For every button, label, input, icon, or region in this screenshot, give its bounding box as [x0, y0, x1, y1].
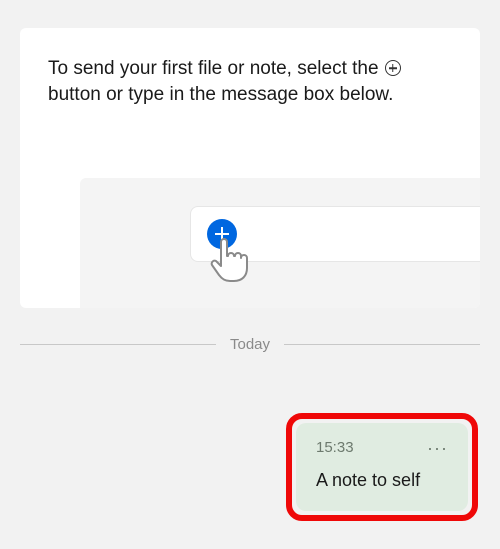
intro-text: To send your first file or note, select …	[48, 56, 452, 108]
intro-text-after: button or type in the message box below.	[48, 84, 393, 105]
plus-circle-inline-icon	[385, 60, 401, 76]
divider-line-left	[20, 344, 216, 345]
divider-line-right	[284, 344, 480, 345]
tutorial-highlight-box: 15:33 ··· A note to self	[286, 413, 478, 521]
note-highlight-wrapper: 15:33 ··· A note to self	[286, 413, 478, 521]
note-body-text: A note to self	[316, 470, 448, 491]
note-header: 15:33 ···	[316, 439, 448, 456]
note-timestamp: 15:33	[316, 439, 354, 456]
divider-label: Today	[230, 336, 270, 353]
date-divider: Today	[20, 336, 480, 353]
intro-card: To send your first file or note, select …	[20, 28, 480, 308]
note-message-bubble[interactable]: 15:33 ··· A note to self	[296, 423, 468, 511]
illustration-area	[80, 178, 480, 308]
intro-text-before: To send your first file or note, select …	[48, 58, 384, 79]
more-icon[interactable]: ···	[427, 443, 448, 453]
pointer-hand-icon	[208, 236, 248, 284]
